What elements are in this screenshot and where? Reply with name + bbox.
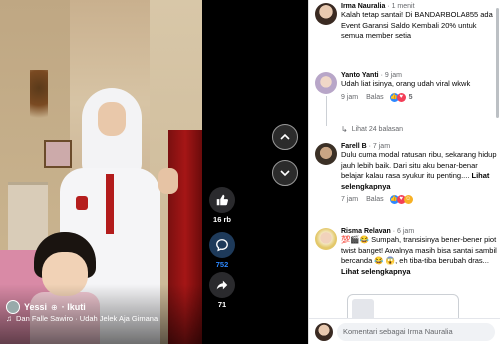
comment-text: Udah liat isinya, orang udah viral wkwk bbox=[341, 79, 471, 88]
reaction-count: 5 bbox=[408, 93, 413, 101]
commenter-name[interactable]: Irma Nauralia bbox=[341, 3, 385, 10]
author-name[interactable]: Yessi bbox=[24, 302, 47, 312]
comment-time: · 6 jam bbox=[392, 228, 415, 235]
thread-line bbox=[326, 96, 327, 126]
view-replies-button[interactable]: ↳ Lihat 24 balasan bbox=[341, 125, 403, 134]
comment-icon bbox=[216, 239, 228, 252]
avatar[interactable] bbox=[315, 3, 337, 25]
commenter-name[interactable]: Farell B bbox=[341, 143, 367, 150]
action-column: 16 rb 752 71 bbox=[202, 0, 242, 344]
reaction-summary[interactable]: 👍 ♥ ☺ bbox=[389, 195, 413, 204]
music-text: Dan Falle Sawiro · Udah Jelek Aja Gimana bbox=[16, 314, 159, 323]
reels-viewer: Yessi ⊕ · Ikuti ♫ Dan Falle Sawiro · Uda… bbox=[0, 0, 500, 344]
comment-button[interactable] bbox=[209, 232, 235, 258]
like-action[interactable]: 16 rb bbox=[202, 187, 242, 224]
love-reaction-icon: ♥ bbox=[396, 92, 406, 102]
comment-header: Risma Relavan · 6 jam bbox=[341, 228, 499, 235]
author-row: Yessi ⊕ · Ikuti bbox=[6, 300, 86, 314]
gesture-hand bbox=[158, 168, 178, 194]
comment-text: Dulu cuma modal ratusan ribu, sekarang h… bbox=[341, 150, 497, 191]
share-button[interactable] bbox=[209, 272, 235, 298]
thumbs-up-icon bbox=[216, 194, 228, 206]
previous-video-button[interactable] bbox=[272, 124, 298, 150]
like-button[interactable] bbox=[209, 187, 235, 213]
comment-meta: 7 jam Balas 👍 ♥ ☺ bbox=[341, 195, 499, 204]
comment-meta: 9 jam Balas 👍 ♥ 5 bbox=[341, 92, 499, 102]
comment-time: · 9 jam bbox=[380, 72, 402, 79]
wall-decoration bbox=[30, 70, 48, 130]
comment-time: · 7 jam bbox=[368, 143, 391, 150]
reaction-summary[interactable]: 👍 ♥ 5 bbox=[389, 92, 413, 102]
comment-header: Yanto Yanti · 9 jam bbox=[341, 72, 499, 79]
share-count: 71 bbox=[217, 300, 227, 309]
comments-panel: Irma Nauralia · 1 menit Kalah tetap sant… bbox=[308, 0, 500, 344]
avatar[interactable] bbox=[315, 228, 337, 250]
comment-age: 9 jam bbox=[341, 93, 359, 101]
music-note-icon: ♫ bbox=[6, 314, 12, 323]
comment-age: 7 jam bbox=[341, 196, 359, 203]
music-info[interactable]: ♫ Dan Falle Sawiro · Udah Jelek Aja Gima… bbox=[6, 314, 158, 323]
reply-arrow-icon: ↳ bbox=[341, 125, 348, 134]
comment-action[interactable]: 752 bbox=[202, 232, 242, 269]
verified-icon: ⊕ bbox=[51, 302, 58, 312]
like-count: 16 rb bbox=[213, 215, 231, 224]
haha-reaction-icon: ☺ bbox=[403, 195, 413, 204]
comment-composer: Komentari sebagai Irma Nauralia bbox=[309, 318, 500, 344]
comment-count: 752 bbox=[215, 260, 229, 269]
scrollbar-thumb[interactable] bbox=[496, 8, 499, 118]
see-more-link[interactable]: Lihat selengkapnya bbox=[341, 267, 411, 276]
commenter-name[interactable]: Risma Relavan bbox=[341, 228, 391, 235]
reply-button[interactable]: Balas bbox=[366, 196, 384, 203]
next-video-button[interactable] bbox=[272, 160, 298, 186]
comments-scrollbar[interactable] bbox=[495, 0, 500, 344]
share-action[interactable]: 71 bbox=[202, 272, 242, 309]
reply-button[interactable]: Balas bbox=[366, 94, 384, 101]
author-avatar[interactable] bbox=[6, 300, 20, 314]
comment-input[interactable]: Komentari sebagai Irma Nauralia bbox=[337, 323, 495, 341]
follow-button[interactable]: · Ikuti bbox=[62, 302, 86, 312]
navigation-column bbox=[242, 0, 308, 344]
avatar[interactable] bbox=[315, 72, 337, 94]
share-arrow-icon bbox=[216, 280, 228, 290]
comment-text: 💯🎬😂 Sumpah, transisinya bener-bener piot… bbox=[341, 235, 497, 265]
commenter-name[interactable]: Yanto Yanti bbox=[341, 72, 379, 79]
avatar bbox=[315, 323, 333, 341]
comment-header: Irma Nauralia · 1 menit bbox=[341, 3, 499, 10]
avatar[interactable] bbox=[315, 143, 337, 165]
chevron-down-icon bbox=[280, 170, 290, 177]
chevron-up-icon bbox=[280, 133, 290, 140]
comment-time: · 1 menit bbox=[387, 3, 415, 10]
video-player[interactable]: Yessi ⊕ · Ikuti ♫ Dan Falle Sawiro · Uda… bbox=[0, 0, 202, 344]
comment-text: Kalah tetap santai! Di BANDARBOLA855 ada… bbox=[341, 10, 493, 40]
comment-header: Farell B · 7 jam bbox=[341, 143, 499, 150]
